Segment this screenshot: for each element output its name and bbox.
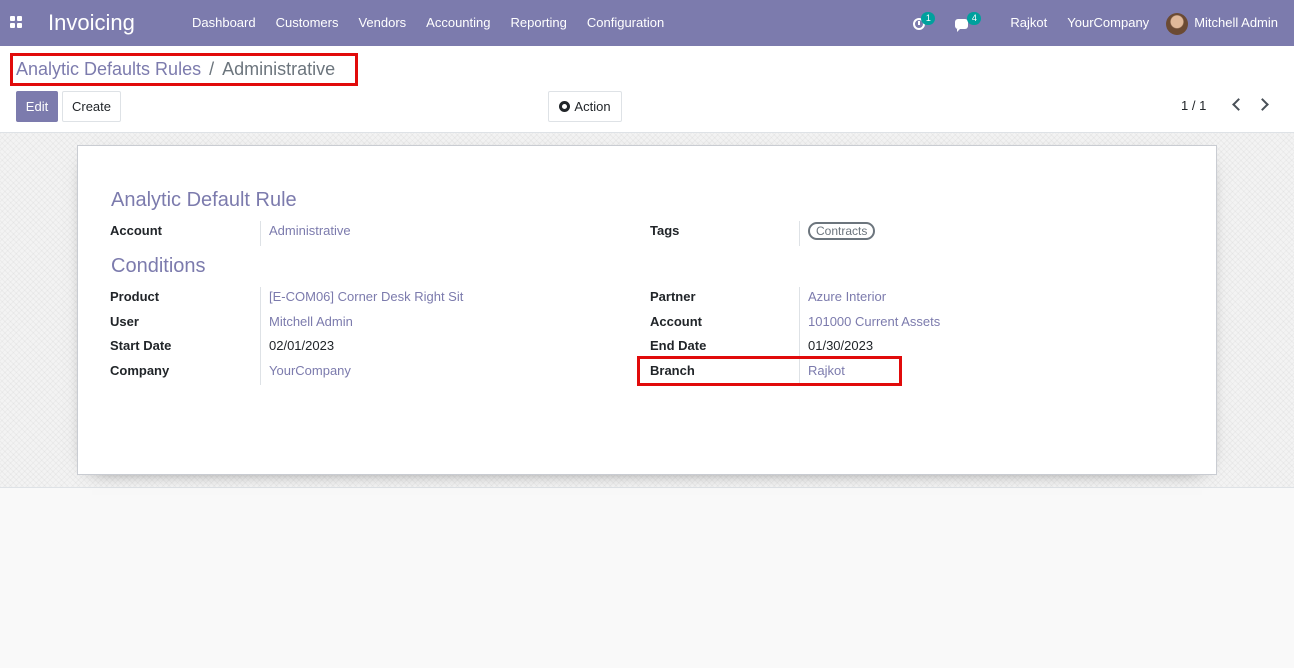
- menu-dashboard[interactable]: Dashboard: [182, 0, 266, 46]
- field-label-end-date: End Date: [650, 338, 707, 353]
- field-label-company: Company: [110, 363, 170, 378]
- field-value-company[interactable]: YourCompany: [269, 363, 351, 378]
- messaging-menu[interactable]: 4: [955, 0, 1000, 46]
- section-title-conditions: Conditions: [111, 255, 206, 277]
- menu-configuration[interactable]: Configuration: [577, 0, 674, 46]
- message-badge: 4: [967, 12, 982, 25]
- user-menu[interactable]: Mitchell Admin: [1166, 0, 1294, 46]
- edit-button[interactable]: Edit: [16, 91, 58, 122]
- field-value-end-date: 01/30/2023: [808, 338, 874, 353]
- field-label-tags: Tags: [650, 223, 680, 238]
- breadcrumb: Analytic Defaults Rules / Administrative: [16, 59, 335, 80]
- avatar: [1166, 12, 1189, 35]
- menu-reporting[interactable]: Reporting: [501, 0, 577, 46]
- menu-customers[interactable]: Customers: [266, 0, 349, 46]
- control-panel: Analytic Defaults Rules / Administrative…: [0, 46, 1294, 133]
- chevron-left-icon[interactable]: [1228, 97, 1244, 113]
- field-divider: [260, 287, 261, 385]
- field-value-branch[interactable]: Rajkot: [808, 363, 845, 378]
- app-name[interactable]: Invoicing: [48, 10, 135, 36]
- gear-icon: [559, 101, 571, 112]
- field-label-account-condition: Account: [650, 314, 702, 329]
- field-value-partner[interactable]: Azure Interior: [808, 289, 886, 304]
- company-switcher[interactable]: YourCompany: [1057, 0, 1166, 46]
- field-label-partner: Partner: [650, 289, 696, 304]
- breadcrumb-parent[interactable]: Analytic Defaults Rules: [16, 59, 201, 80]
- apps-menu-icon[interactable]: [10, 16, 23, 29]
- tag-badge: Contracts: [808, 222, 876, 240]
- chevron-right-icon[interactable]: [1256, 97, 1272, 113]
- action-button[interactable]: Action: [548, 91, 622, 122]
- menu-accounting[interactable]: Accounting: [416, 0, 500, 46]
- main-menu: Dashboard Customers Vendors Accounting R…: [182, 0, 674, 46]
- field-label-account: Account: [110, 223, 162, 238]
- user-name: Mitchell Admin: [1194, 15, 1278, 30]
- field-divider: [260, 221, 261, 246]
- field-label-start-date: Start Date: [110, 338, 172, 353]
- systray: 1 4 Rajkot YourCompany Mitchell Admin: [909, 0, 1294, 46]
- field-value-product[interactable]: [E-COM06] Corner Desk Right Sit: [269, 289, 463, 304]
- field-label-branch: Branch: [650, 363, 695, 378]
- field-value-account[interactable]: Administrative: [269, 223, 351, 238]
- breadcrumb-current: Administrative: [222, 59, 336, 79]
- field-value-account-condition[interactable]: 101000 Current Assets: [808, 314, 940, 329]
- field-value-start-date: 02/01/2023: [269, 338, 335, 353]
- create-button[interactable]: Create: [62, 91, 121, 122]
- section-title-rule: Analytic Default Rule: [111, 189, 297, 211]
- menu-vendors[interactable]: Vendors: [348, 0, 416, 46]
- field-divider: [799, 221, 800, 246]
- pager-value[interactable]: 1 / 1: [1181, 98, 1206, 113]
- field-label-product: Product: [110, 289, 160, 304]
- branch-switcher[interactable]: Rajkot: [1000, 0, 1057, 46]
- breadcrumb-separator: /: [209, 59, 215, 79]
- field-divider: [799, 287, 800, 385]
- activity-badge: 1: [921, 12, 936, 25]
- field-value-user[interactable]: Mitchell Admin: [269, 314, 353, 329]
- field-label-user: User: [110, 314, 139, 329]
- top-navbar: Invoicing Dashboard Customers Vendors Ac…: [0, 0, 1294, 46]
- action-label: Action: [574, 99, 611, 114]
- activity-menu[interactable]: 1: [909, 0, 955, 46]
